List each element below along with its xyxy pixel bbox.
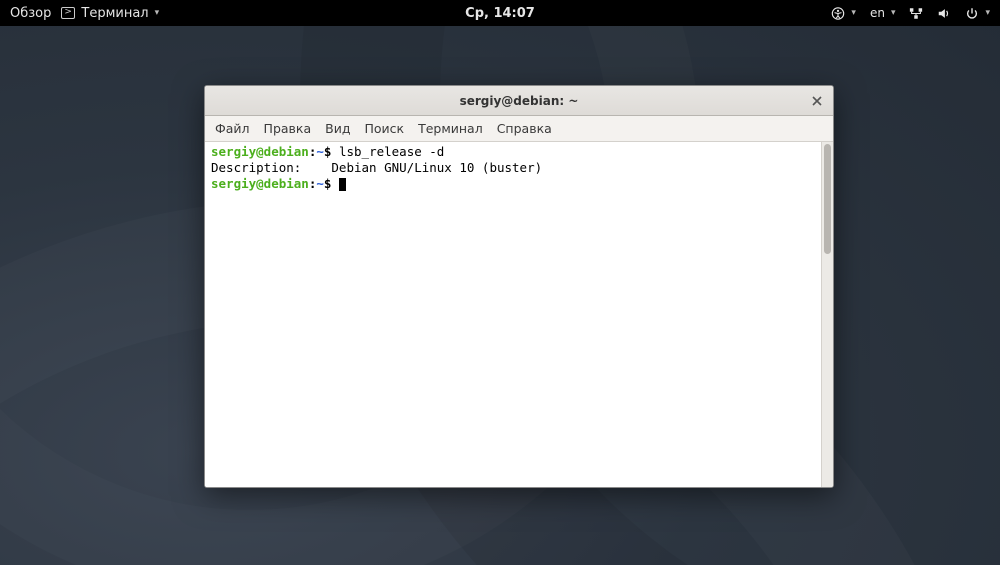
topbar-app-menu[interactable]: Терминал ▾ [61,6,159,21]
prompt-symbol: $ [324,176,332,191]
topbar-app-label: Терминал [81,6,148,21]
prompt-symbol: $ [324,144,332,159]
terminal-body[interactable]: sergiy@debian:~$ lsb_release -d Descript… [205,142,833,487]
terminal-menubar: Файл Правка Вид Поиск Терминал Справка [205,116,833,142]
menu-view[interactable]: Вид [325,121,350,136]
output-text: Description: Debian GNU/Linux 10 (buster… [211,160,542,175]
network-icon[interactable] [909,6,923,20]
prompt-user: sergiy@debian [211,144,309,159]
terminal-window: sergiy@debian: ~ Файл Правка Вид Поиск Т… [204,85,834,488]
input-source-indicator[interactable]: en [870,6,885,20]
clock[interactable]: Ср, 14:07 [465,6,535,21]
menu-search[interactable]: Поиск [364,121,404,136]
menu-edit[interactable]: Правка [264,121,312,136]
terminal-icon [61,7,75,19]
chevron-down-icon: ▾ [891,8,896,18]
prompt-path: ~ [316,176,324,191]
scrollbar-thumb[interactable] [824,144,831,254]
close-button[interactable] [807,91,827,111]
menu-terminal[interactable]: Терминал [418,121,483,136]
accessibility-icon[interactable] [831,6,845,20]
prompt-path: ~ [316,144,324,159]
volume-icon[interactable] [937,6,951,20]
chevron-down-icon: ▾ [985,8,990,18]
window-titlebar[interactable]: sergiy@debian: ~ [205,86,833,116]
command-text: lsb_release -d [339,144,444,159]
cursor [339,178,346,191]
window-title: sergiy@debian: ~ [460,94,579,108]
menu-file[interactable]: Файл [215,121,250,136]
prompt-user: sergiy@debian [211,176,309,191]
chevron-down-icon: ▾ [851,8,856,18]
power-icon[interactable] [965,6,979,20]
scrollbar[interactable] [821,142,833,487]
activities-button[interactable]: Обзор [10,6,51,21]
chevron-down-icon: ▾ [155,8,160,18]
menu-help[interactable]: Справка [497,121,552,136]
gnome-topbar: Обзор Терминал ▾ Ср, 14:07 ▾ en ▾ [0,0,1000,26]
